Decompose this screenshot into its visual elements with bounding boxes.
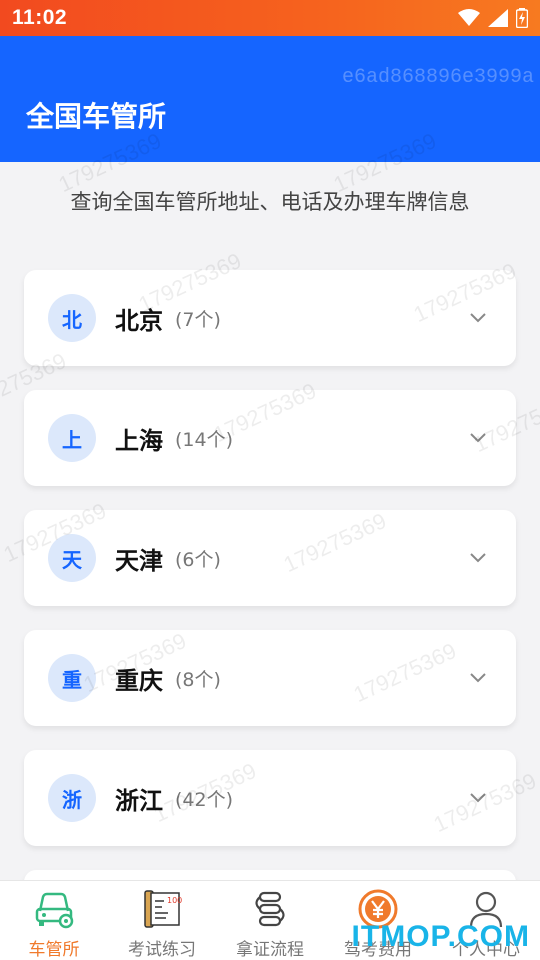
header-watermark: e6ad868896e3999a <box>341 66 534 89</box>
chevron-down-icon[interactable] <box>470 673 486 683</box>
city-badge: 天 <box>48 534 96 582</box>
city-badge: 上 <box>48 414 96 462</box>
signal-icon <box>488 9 508 27</box>
status-time: 11:02 <box>12 6 68 29</box>
city-name: 上海 <box>115 426 163 455</box>
city-card-beijing[interactable]: 北 北京 (7个) <box>24 270 516 366</box>
tab-label: 车管所 <box>28 940 80 960</box>
tab-label: 拿证流程 <box>236 940 304 960</box>
battery-icon <box>516 8 528 28</box>
office-count: (14个) <box>175 428 234 451</box>
wifi-icon <box>458 9 480 26</box>
office-count: (8个) <box>175 668 221 691</box>
process-flow-icon <box>248 887 292 931</box>
city-card-shanghai[interactable]: 上 上海 (14个) <box>24 390 516 486</box>
tab-label: 考试练习 <box>128 940 196 960</box>
city-name: 浙江 <box>115 786 163 815</box>
office-count: (7个) <box>175 308 221 331</box>
car-gear-icon <box>32 887 76 931</box>
office-count: (42个) <box>175 788 234 811</box>
city-card-chongqing[interactable]: 重 重庆 (8个) <box>24 630 516 726</box>
city-card-tianjin[interactable]: 天 天津 (6个) <box>24 510 516 606</box>
office-count: (6个) <box>175 548 221 571</box>
page-subtitle: 查询全国车管所地址、电话及办理车牌信息 <box>70 190 470 214</box>
city-badge: 浙 <box>48 774 96 822</box>
svg-text:100: 100 <box>167 896 182 905</box>
city-list: 北 北京 (7个) 上 上海 (14个) 天 天津 (6个) 重 重庆 (8个)… <box>24 270 516 934</box>
chevron-down-icon[interactable] <box>470 553 486 563</box>
city-badge: 重 <box>48 654 96 702</box>
city-name: 重庆 <box>115 666 163 695</box>
chevron-down-icon[interactable] <box>470 793 486 803</box>
app-bar: e6ad868896e3999a 全国车管所 <box>0 36 540 162</box>
city-card-zhejiang[interactable]: 浙 浙江 (42个) <box>24 750 516 846</box>
chevron-down-icon[interactable] <box>470 433 486 443</box>
city-name: 北京 <box>115 306 163 335</box>
chevron-down-icon[interactable] <box>470 313 486 323</box>
status-icons <box>458 8 528 28</box>
tab-exam-practice[interactable]: 100 考试练习 <box>108 881 216 960</box>
status-bar: 11:02 <box>0 0 540 36</box>
page-title: 全国车管所 <box>26 100 167 133</box>
tab-vehicle-office[interactable]: 车管所 <box>0 881 108 960</box>
exam-paper-icon: 100 <box>140 887 184 931</box>
city-name: 天津 <box>115 546 163 575</box>
city-badge: 北 <box>48 294 96 342</box>
tab-license-process[interactable]: 拿证流程 <box>216 881 324 960</box>
site-logo: ITMOP.COM <box>351 920 530 953</box>
